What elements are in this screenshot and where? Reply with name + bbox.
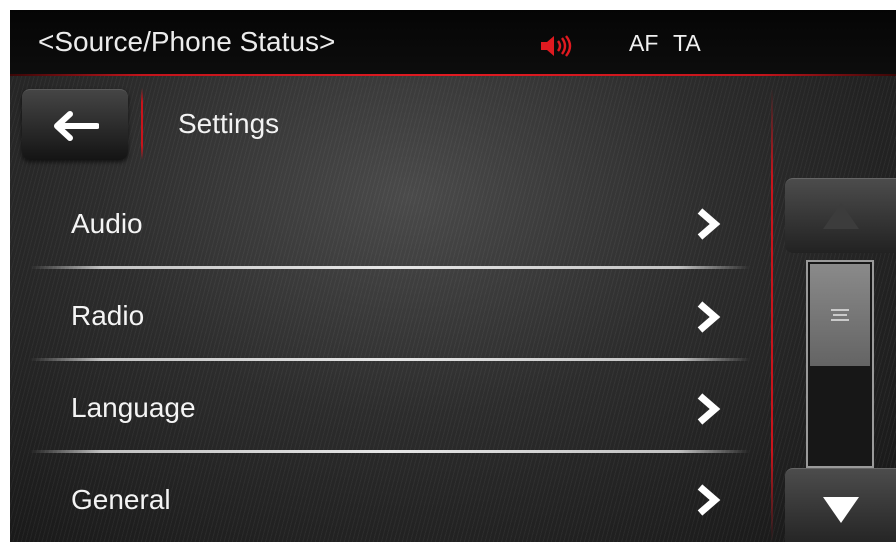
menu-item-radio[interactable]: Radio — [10, 272, 760, 360]
menu-item-label: General — [71, 484, 171, 515]
source-phone-status: <Source/Phone Status> — [38, 26, 336, 57]
menu-item-audio[interactable]: Audio — [10, 180, 760, 268]
scroll-down-button[interactable] — [785, 468, 896, 542]
arrow-left-icon — [54, 111, 99, 141]
menu-item-label: Audio — [71, 208, 143, 239]
scroll-up-button[interactable] — [785, 178, 896, 253]
scrollbar-track[interactable] — [806, 260, 874, 468]
triangle-down-icon — [823, 497, 859, 523]
chevron-right-icon — [697, 208, 721, 240]
chevron-right-icon — [697, 484, 721, 516]
grip-lines-icon — [831, 309, 849, 321]
menu-item-label: Radio — [71, 300, 145, 331]
page-title: Settings — [178, 108, 280, 139]
scrollbar-thumb[interactable] — [810, 264, 870, 366]
triangle-up-icon — [823, 203, 859, 229]
scroll-column-divider — [771, 88, 773, 542]
chevron-right-icon — [697, 393, 721, 425]
menu-item-language[interactable]: Language — [10, 364, 760, 452]
header-divider — [141, 88, 143, 160]
settings-screen: <Source/Phone Status> AF TA Settings Aud… — [10, 10, 896, 542]
ta-indicator: TA — [673, 30, 701, 56]
af-indicator: AF — [629, 30, 659, 56]
menu-item-label: Language — [71, 392, 196, 423]
status-bar: <Source/Phone Status> AF TA — [10, 10, 896, 76]
chevron-right-icon — [697, 301, 721, 333]
menu-item-general[interactable]: General — [10, 456, 760, 542]
menu-separator — [30, 450, 750, 453]
menu-separator — [30, 358, 750, 361]
menu-separator — [30, 266, 750, 269]
back-button[interactable] — [22, 89, 128, 160]
speaker-muted-icon — [541, 35, 572, 57]
